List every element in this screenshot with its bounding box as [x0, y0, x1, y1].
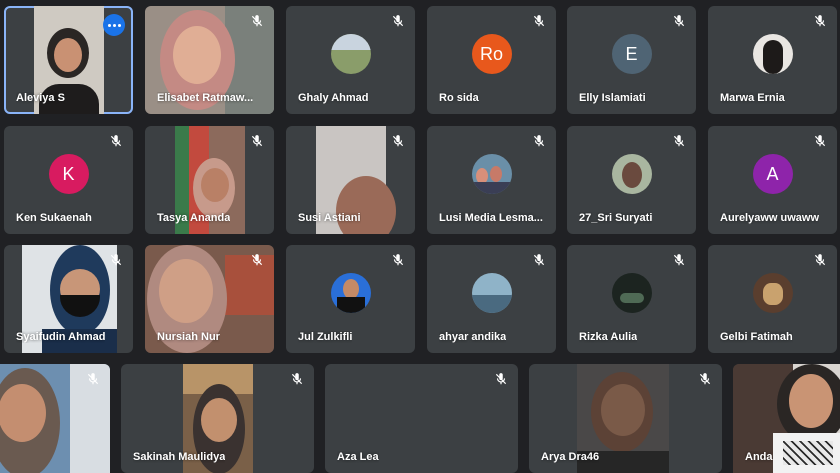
- mic-off-icon: [110, 135, 122, 147]
- mic-off-icon: [533, 15, 545, 27]
- participant-name: Ro sida: [439, 92, 479, 104]
- participant-tile[interactable]: K Ken Sukaenah: [4, 126, 133, 234]
- mic-off-icon: [392, 254, 404, 266]
- participant-name: 27_Sri Suryati: [579, 212, 653, 224]
- participant-tile[interactable]: Lusi Media Lesma...: [427, 126, 556, 234]
- participant-avatar: K: [48, 154, 89, 194]
- participant-name: Arya Dra46: [541, 451, 600, 463]
- participant-tile[interactable]: ahyar andika: [427, 245, 556, 353]
- participant-avatar: [611, 154, 652, 194]
- participant-name: Marwa Ernia: [720, 92, 785, 104]
- mic-off-icon: [533, 254, 545, 266]
- participant-name: Lusi Media Lesma...: [439, 212, 543, 224]
- mic-off-icon: [291, 373, 303, 385]
- participant-tile[interactable]: Nursiah Nur: [145, 245, 274, 353]
- mic-off-icon: [251, 254, 263, 266]
- participant-avatar: [752, 273, 793, 313]
- mic-off-icon: [392, 15, 404, 27]
- participant-tile[interactable]: Elisabet Ratmaw...: [145, 6, 274, 114]
- participant-name: Gelbi Fatimah: [720, 331, 793, 343]
- participant-name: Susi Astiani: [298, 212, 361, 224]
- mic-off-icon: [814, 135, 826, 147]
- participant-avatar: Ro: [471, 34, 512, 74]
- mic-off-icon: [673, 135, 685, 147]
- mic-off-icon: [110, 254, 122, 266]
- participant-avatar: [471, 154, 512, 194]
- participant-avatar: [611, 273, 652, 313]
- participant-tile[interactable]: [0, 364, 110, 473]
- mic-off-icon: [87, 373, 99, 385]
- participant-name: Sakinah Maulidya: [133, 451, 226, 463]
- participant-name: Elisabet Ratmaw...: [157, 92, 254, 104]
- mic-off-icon: [814, 15, 826, 27]
- participant-name: Nursiah Nur: [157, 331, 220, 343]
- participant-name: Ghaly Ahmad: [298, 92, 369, 104]
- participant-tile[interactable]: Aleviya S: [4, 6, 133, 114]
- participant-tile[interactable]: Marwa Ernia: [708, 6, 837, 114]
- participant-tile[interactable]: Aza Lea: [325, 364, 518, 473]
- more-options-button[interactable]: [103, 14, 125, 36]
- participant-avatar: [471, 273, 512, 313]
- mic-off-icon: [673, 254, 685, 266]
- mic-off-icon: [699, 373, 711, 385]
- participant-name: Tasya Ananda: [157, 212, 231, 224]
- mic-off-icon: [814, 254, 826, 266]
- participant-tile[interactable]: Gelbi Fatimah: [708, 245, 837, 353]
- participant-avatar: [330, 273, 371, 313]
- participant-avatar: [330, 34, 371, 74]
- mic-off-icon: [533, 135, 545, 147]
- mic-off-icon: [673, 15, 685, 27]
- mic-off-icon: [392, 135, 404, 147]
- participant-avatar: A: [752, 154, 793, 194]
- participant-name: Ken Sukaenah: [16, 212, 92, 224]
- participant-name: ahyar andika: [439, 331, 507, 343]
- mic-off-icon: [495, 373, 507, 385]
- participant-name: Syaifudin Ahmad: [16, 331, 106, 343]
- participant-tile[interactable]: Anda: [733, 364, 840, 473]
- participant-tile[interactable]: Ghaly Ahmad: [286, 6, 415, 114]
- participant-tile[interactable]: E Elly Islamiati: [567, 6, 696, 114]
- participant-tile[interactable]: Syaifudin Ahmad: [4, 245, 133, 353]
- participant-tile[interactable]: Susi Astiani: [286, 126, 415, 234]
- participant-name: Elly Islamiati: [579, 92, 646, 104]
- participant-name: Jul Zulkifli: [298, 331, 353, 343]
- participant-tile[interactable]: Tasya Ananda: [145, 126, 274, 234]
- participant-name: Aurelyaww uwaww: [720, 212, 820, 224]
- participant-avatar: [752, 34, 793, 74]
- participant-name: Anda: [745, 451, 773, 463]
- participant-tile[interactable]: Jul Zulkifli: [286, 245, 415, 353]
- participant-tile[interactable]: Arya Dra46: [529, 364, 722, 473]
- participant-tile[interactable]: A Aurelyaww uwaww: [708, 126, 837, 234]
- participant-name: Aleviya S: [16, 92, 65, 104]
- mic-off-icon: [251, 15, 263, 27]
- participant-tile[interactable]: Ro Ro sida: [427, 6, 556, 114]
- mic-off-icon: [251, 135, 263, 147]
- participant-tile[interactable]: Sakinah Maulidya: [121, 364, 314, 473]
- participant-name: Rizka Aulia: [579, 331, 638, 343]
- participant-avatar: E: [611, 34, 652, 74]
- participant-tile[interactable]: 27_Sri Suryati: [567, 126, 696, 234]
- participant-name: Aza Lea: [337, 451, 379, 463]
- participant-tile[interactable]: Rizka Aulia: [567, 245, 696, 353]
